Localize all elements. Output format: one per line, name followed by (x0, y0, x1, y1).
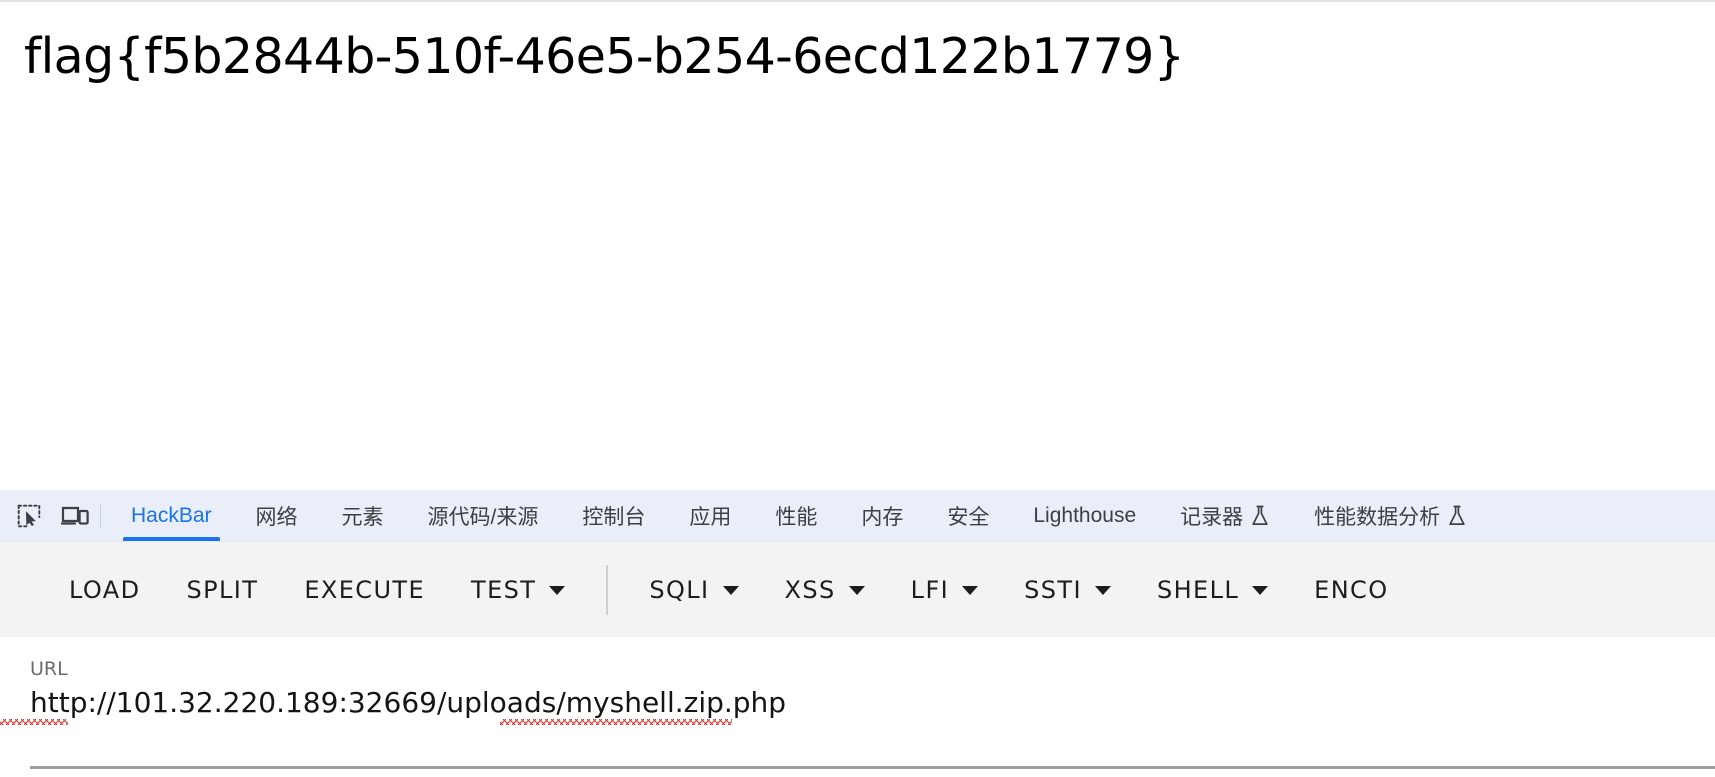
tab-lighthouse[interactable]: Lighthouse (1011, 490, 1158, 541)
tab-label: 控制台 (582, 505, 646, 529)
tab-label: 安全 (947, 505, 990, 529)
experiment-flask-icon (1447, 505, 1467, 527)
url-section: URL http://101.32.220.189:32669/uploads/… (0, 637, 1715, 777)
tab-security[interactable]: 安全 (925, 490, 1011, 541)
hackbar-payload-actions: SQLI XSS LFI SSTI SHELL ENCO (626, 563, 1411, 617)
url-input[interactable]: http://101.32.220.189:32669/uploads/mysh… (30, 684, 786, 722)
devtools-tab-list: HackBar 网络 元素 源代码/来源 控制台 应用 性能 内存 安全 Lig… (109, 490, 1715, 541)
inspect-element-icon[interactable] (14, 501, 44, 531)
button-label: ENCO (1314, 575, 1389, 604)
test-dropdown-button[interactable]: TEST (448, 563, 588, 617)
chevron-down-icon (962, 586, 979, 595)
experiment-flask-icon (1250, 505, 1270, 527)
tabbar-divider (100, 502, 101, 529)
button-label: XSS (784, 575, 836, 604)
tab-recorder[interactable]: 记录器 (1158, 490, 1292, 541)
load-button[interactable]: LOAD (46, 563, 163, 617)
tab-label: 网络 (255, 505, 298, 529)
tab-label: Lighthouse (1033, 503, 1137, 527)
ssti-dropdown-button[interactable]: SSTI (1001, 563, 1134, 617)
toolbar-divider (606, 564, 609, 615)
split-button[interactable]: SPLIT (163, 563, 281, 617)
page-content-area: flag{f5b2844b-510f-46e5-b254-6ecd122b177… (0, 0, 1715, 489)
button-label: SQLI (649, 575, 710, 604)
flag-text: flag{f5b2844b-510f-46e5-b254-6ecd122b177… (24, 28, 1185, 85)
url-field-underline (30, 766, 1715, 769)
chevron-down-icon (1094, 586, 1111, 595)
spellcheck-underline (500, 718, 732, 725)
shell-dropdown-button[interactable]: SHELL (1134, 563, 1291, 617)
button-label: SSTI (1024, 575, 1082, 604)
button-label: SHELL (1156, 575, 1240, 604)
tab-memory[interactable]: 内存 (839, 490, 925, 541)
tab-performance-insights[interactable]: 性能数据分析 (1292, 490, 1489, 541)
tab-application[interactable]: 应用 (667, 490, 753, 541)
hackbar-toolbar: LOAD SPLIT EXECUTE TEST SQLI XSS LFI SST… (0, 541, 1715, 637)
hackbar-primary-actions: LOAD SPLIT EXECUTE TEST (46, 563, 588, 617)
device-toolbar-icon[interactable] (60, 501, 90, 531)
tab-label: HackBar (131, 503, 212, 527)
button-label: LOAD (69, 575, 141, 604)
url-field-label: URL (30, 658, 68, 680)
tab-label: 元素 (341, 505, 384, 529)
execute-button[interactable]: EXECUTE (281, 563, 448, 617)
sqli-dropdown-button[interactable]: SQLI (626, 563, 761, 617)
chevron-down-icon (848, 586, 865, 595)
browser-window: flag{f5b2844b-510f-46e5-b254-6ecd122b177… (0, 0, 1715, 777)
tab-label: 性能数据分析 (1314, 505, 1441, 529)
tab-label: 记录器 (1180, 505, 1244, 529)
chevron-down-icon (1252, 586, 1269, 595)
button-label: LFI (910, 575, 950, 604)
chevron-down-icon (722, 586, 739, 595)
tab-hackbar[interactable]: HackBar (109, 490, 234, 541)
tab-elements[interactable]: 元素 (320, 490, 406, 541)
tab-label: 内存 (861, 505, 904, 529)
button-label: TEST (471, 575, 537, 604)
button-label: EXECUTE (304, 575, 426, 604)
url-input-wrapper[interactable]: http://101.32.220.189:32669/uploads/mysh… (0, 684, 1715, 725)
spellcheck-underline (0, 718, 68, 725)
tab-console[interactable]: 控制台 (560, 490, 667, 541)
tab-label: 应用 (689, 505, 732, 529)
tab-performance[interactable]: 性能 (753, 490, 839, 541)
tab-label: 性能 (775, 505, 818, 529)
chevron-down-icon (549, 586, 566, 595)
button-label: SPLIT (186, 575, 259, 604)
devtools-tool-icons (0, 490, 96, 541)
encoding-dropdown-button[interactable]: ENCO (1291, 563, 1411, 617)
xss-dropdown-button[interactable]: XSS (762, 563, 888, 617)
lfi-dropdown-button[interactable]: LFI (888, 563, 1001, 617)
devtools-tabbar: HackBar 网络 元素 源代码/来源 控制台 应用 性能 内存 安全 Lig… (0, 489, 1715, 541)
tab-label: 源代码/来源 (427, 505, 539, 529)
tab-sources[interactable]: 源代码/来源 (406, 490, 561, 541)
tab-network[interactable]: 网络 (234, 490, 320, 541)
